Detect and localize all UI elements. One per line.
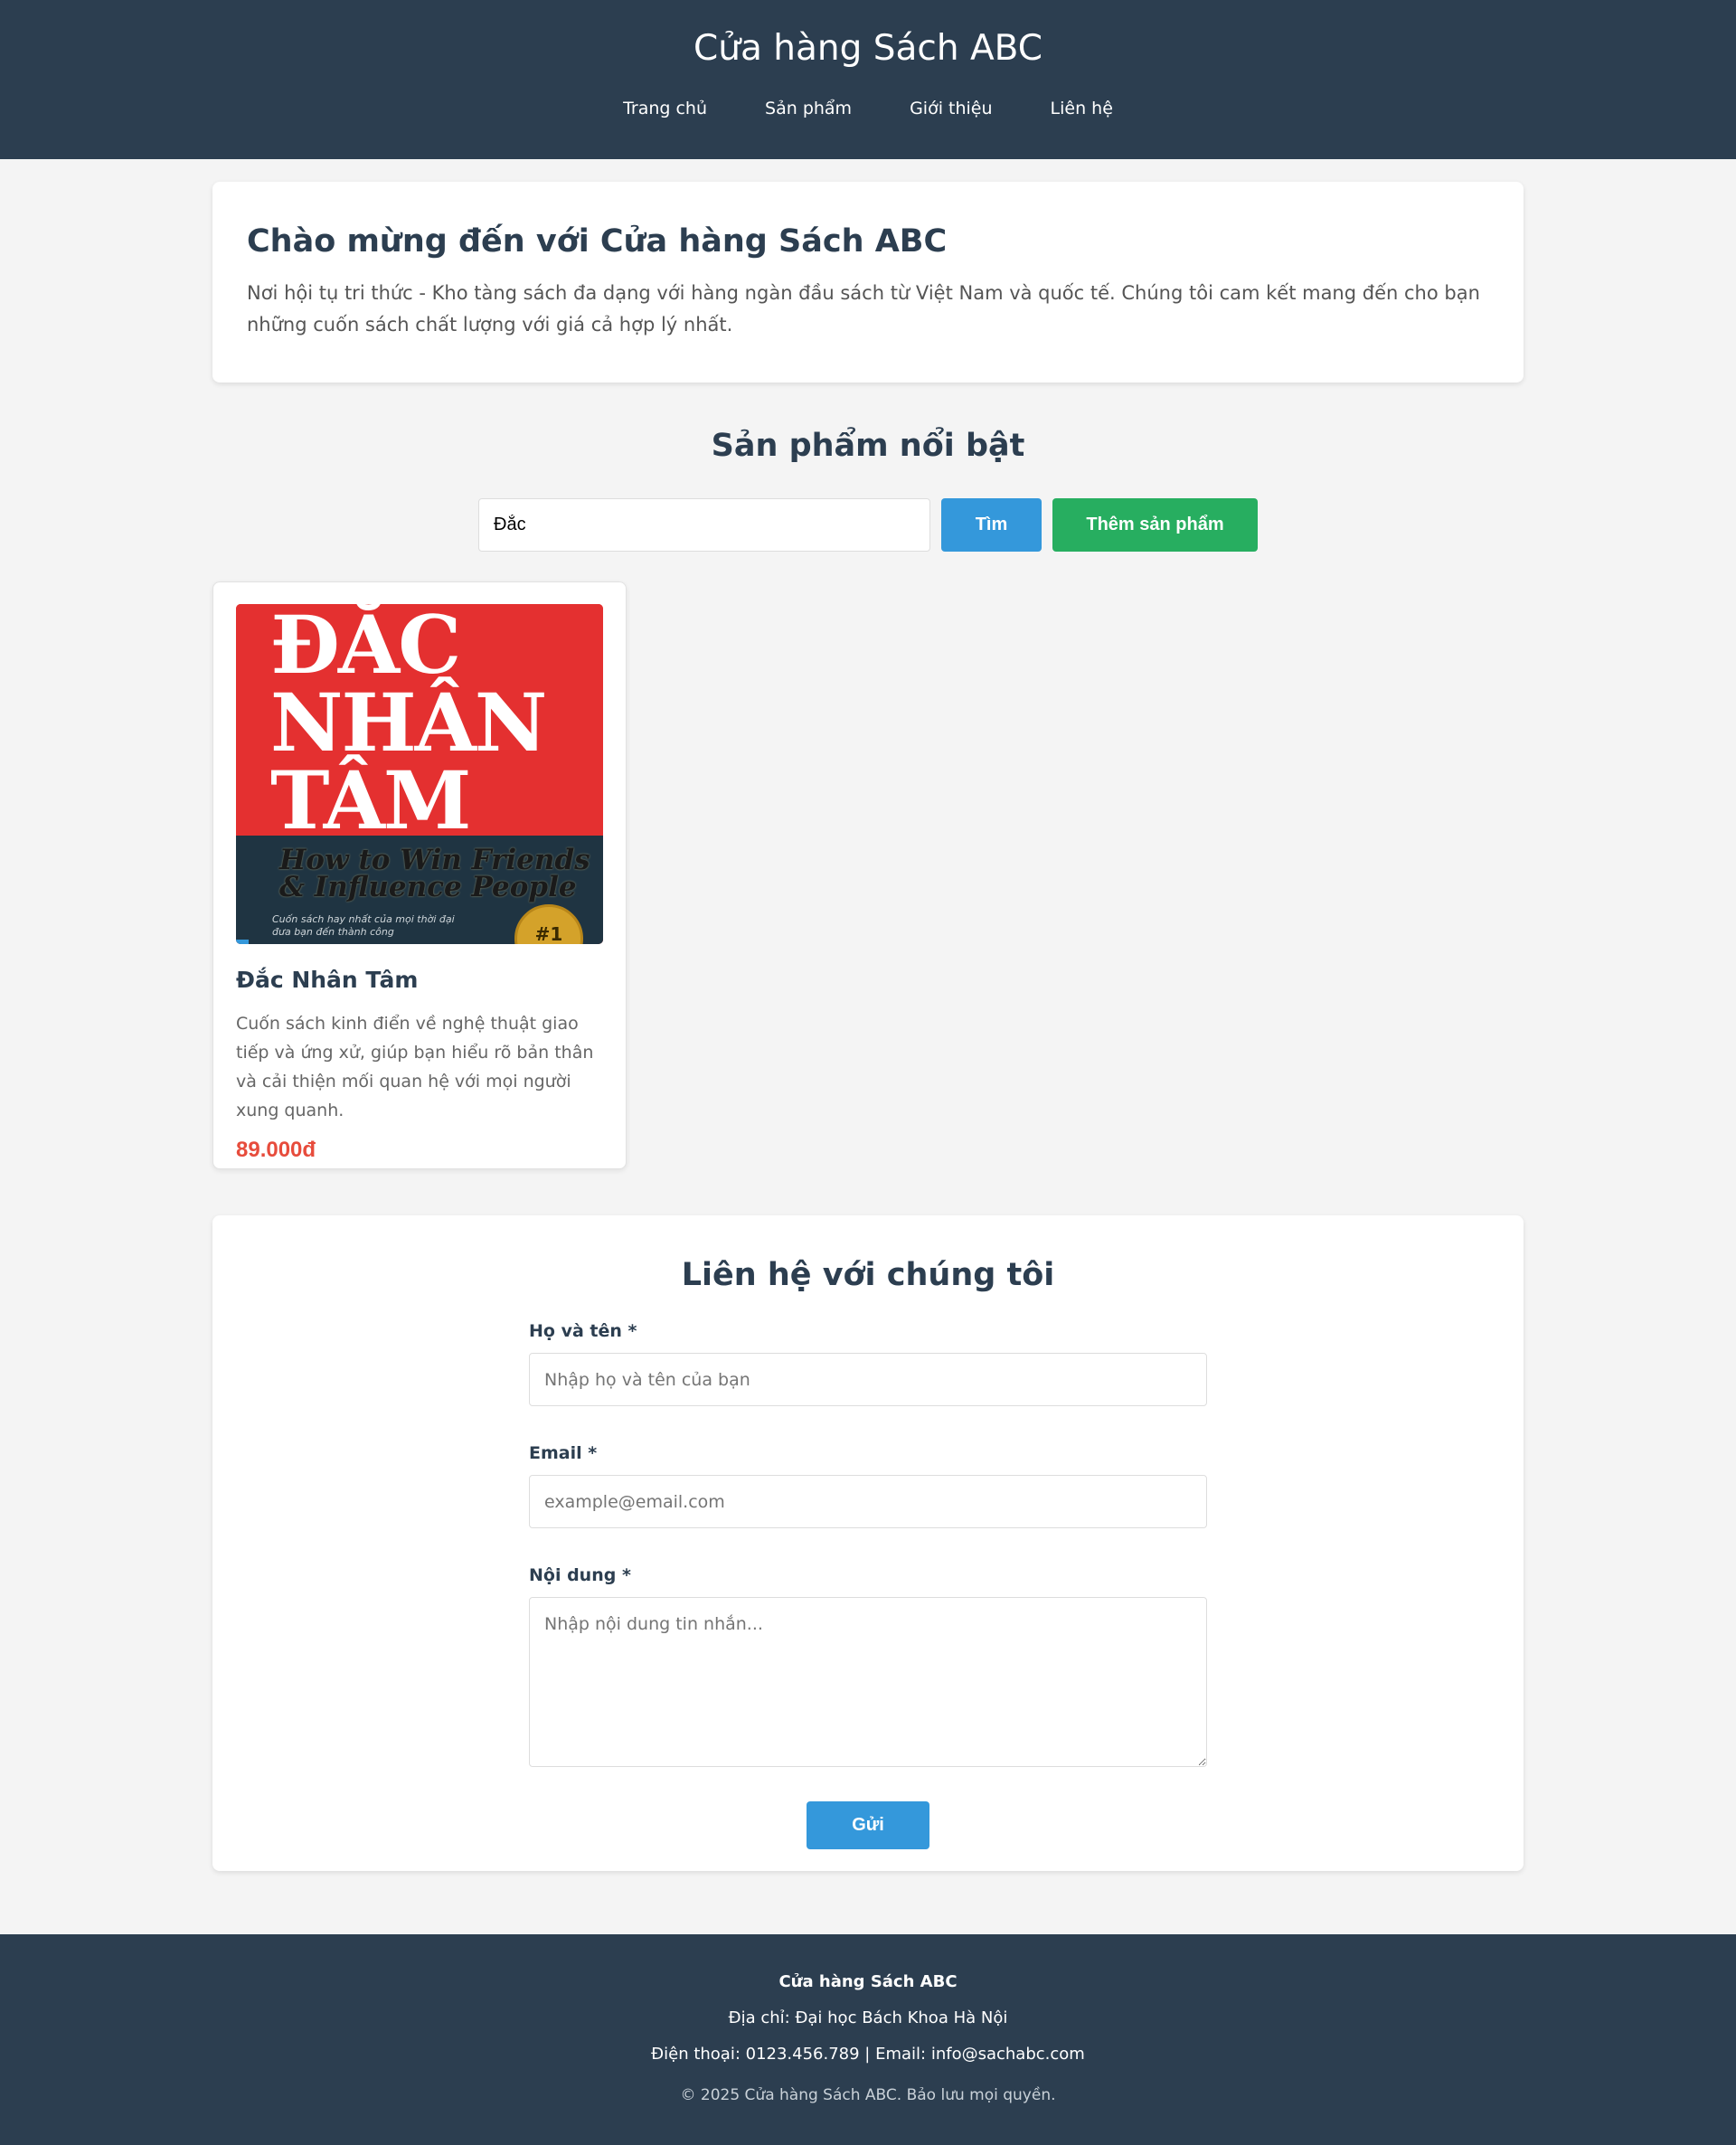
contact-card: Liên hệ với chúng tôi Họ và tên * Email …	[212, 1215, 1524, 1871]
cover-subtitle-line: & Influence People	[279, 871, 577, 903]
message-label: Nội dung *	[529, 1565, 631, 1585]
welcome-text: Nơi hội tụ tri thức - Kho tàng sách đa d…	[247, 282, 1480, 335]
welcome-title: Chào mừng đến với Cửa hàng Sách ABC	[247, 223, 948, 260]
search-button[interactable]: Tìm	[941, 498, 1042, 552]
product-price: 89.000đ	[236, 1138, 316, 1162]
products-section-title: Sản phẩm nổi bật	[711, 428, 1025, 464]
footer-contact-info: Điện thoại: 0123.456.789 | Email: info@s…	[651, 2045, 1085, 2064]
send-button[interactable]: Gửi	[807, 1801, 929, 1849]
main-nav: Trang chủ Sản phẩm Giới thiệu Liên hệ	[0, 98, 1736, 119]
cover-subtitle: How to Win Friends & Influence People	[279, 844, 590, 903]
name-label: Họ và tên *	[529, 1321, 637, 1341]
nav-link-contact[interactable]: Liên hệ	[1022, 98, 1142, 119]
cover-title-line: ĐẮC	[270, 604, 461, 692]
cover-tagline: Cuốn sách hay nhất của mọi thời đại đưa …	[272, 913, 455, 939]
site-footer: Cửa hàng Sách ABC Địa chỉ: Đại học Bách …	[0, 1934, 1736, 2145]
welcome-card: Chào mừng đến với Cửa hàng Sách ABC Nơi …	[212, 182, 1524, 383]
cover-tagline-line: Cuốn sách hay nhất của mọi thời đại	[272, 913, 455, 925]
site-header: Cửa hàng Sách ABC Trang chủ Sản phẩm Giớ…	[0, 0, 1736, 159]
cover-title: ĐẮC NHÂN TÂM	[270, 604, 547, 847]
product-name: Đắc Nhân Tâm	[236, 967, 419, 993]
add-product-button[interactable]: Thêm sản phẩm	[1052, 498, 1258, 552]
product-description: Cuốn sách kinh điển về nghệ thuật giao t…	[236, 1014, 594, 1120]
product-card[interactable]: ĐẮC NHÂN TÂM How to Win Friends & Influe…	[212, 581, 627, 1169]
search-input[interactable]	[478, 498, 930, 552]
contact-title: Liên hệ với chúng tôi	[681, 1257, 1055, 1293]
footer-address: Địa chỉ: Đại học Bách Khoa Hà Nội	[728, 2008, 1008, 2027]
book-cover-image: ĐẮC NHÂN TÂM How to Win Friends & Influe…	[236, 604, 603, 944]
cover-tagline-line: đưa bạn đến thành công	[272, 926, 394, 938]
submit-row: Gửi	[529, 1801, 1207, 1849]
cover-title-line: NHÂN	[270, 676, 547, 770]
contact-form: Họ và tên * Email * Nội dung * Gửi	[529, 1320, 1207, 1849]
message-field[interactable]	[529, 1597, 1207, 1767]
cover-accent	[236, 940, 249, 944]
site-title: Cửa hàng Sách ABC	[693, 28, 1043, 69]
nav-link-home[interactable]: Trang chủ	[594, 98, 736, 119]
email-label: Email *	[529, 1443, 598, 1463]
message-field-group: Nội dung *	[529, 1564, 1207, 1771]
nav-link-about[interactable]: Giới thiệu	[881, 98, 1021, 119]
email-field[interactable]	[529, 1475, 1207, 1528]
email-field-group: Email *	[529, 1442, 1207, 1528]
main-content: Chào mừng đến với Cửa hàng Sách ABC Nơi …	[212, 182, 1524, 1871]
search-bar: Tìm Thêm sản phẩm	[212, 498, 1524, 552]
name-field-group: Họ và tên *	[529, 1320, 1207, 1406]
nav-link-products[interactable]: Sản phẩm	[736, 98, 881, 119]
name-field[interactable]	[529, 1353, 1207, 1406]
cover-title-line: TÂM	[270, 753, 471, 847]
product-grid: ĐẮC NHÂN TÂM How to Win Friends & Influe…	[212, 581, 1524, 1169]
footer-store-name: Cửa hàng Sách ABC	[778, 1972, 958, 1991]
footer-copyright: © 2025 Cửa hàng Sách ABC. Bảo lưu mọi qu…	[680, 2086, 1056, 2104]
cover-subtitle-line: How to Win Friends	[279, 844, 590, 876]
